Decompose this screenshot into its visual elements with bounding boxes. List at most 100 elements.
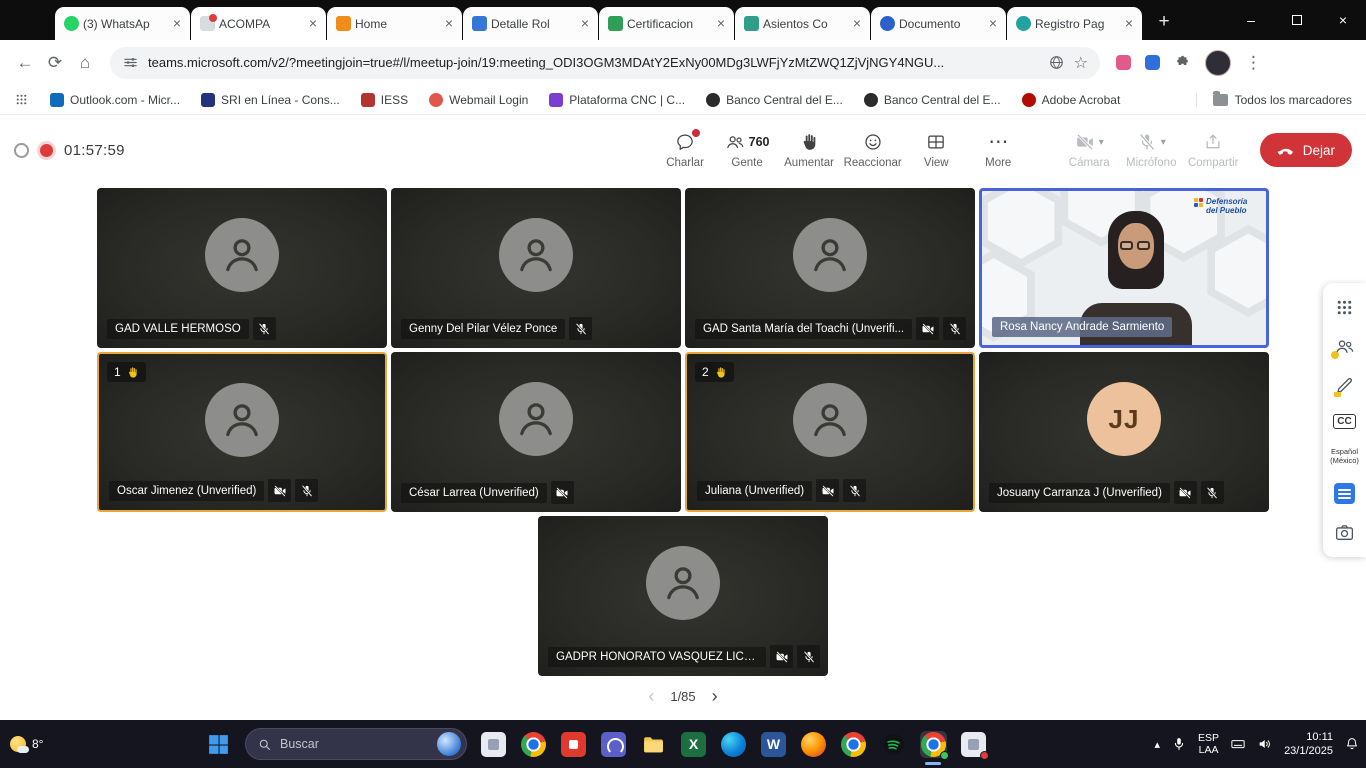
input-language-indicator[interactable]: ESP LAA [1198, 732, 1219, 756]
tab-detalle-rol[interactable]: Detalle Rol × [463, 7, 598, 40]
participant-tile[interactable]: GAD VALLE HERMOSO [97, 188, 387, 348]
extensions-puzzle-icon[interactable] [1174, 54, 1191, 71]
bookmark-item[interactable]: Adobe Acrobat [1022, 93, 1121, 107]
chrome-active-icon[interactable] [920, 731, 947, 758]
tab-close-icon[interactable]: × [577, 16, 593, 32]
tab-acompa-active[interactable]: ACOMPA × [191, 7, 326, 40]
react-button[interactable]: Reaccionar [844, 131, 902, 169]
chrome-icon[interactable] [520, 731, 547, 758]
window-minimize-button[interactable]: – [1228, 0, 1274, 40]
chevron-down-icon[interactable]: ▾ [1099, 137, 1104, 148]
previous-page-icon[interactable]: ‹ [648, 686, 654, 707]
notes-doc-icon[interactable] [1334, 483, 1355, 504]
firefox-icon[interactable] [800, 731, 827, 758]
chrome-icon-2[interactable] [840, 731, 867, 758]
window-close-button[interactable]: × [1320, 0, 1366, 40]
site-info-icon[interactable] [122, 54, 139, 71]
bookmark-item[interactable]: Banco Central del E... [864, 93, 1001, 107]
more-button[interactable]: ⋯ More [971, 131, 1026, 169]
browser-menu-icon[interactable]: ⋮ [1245, 53, 1262, 73]
weather-widget[interactable]: 8° [10, 720, 43, 768]
tab-close-icon[interactable]: × [985, 16, 1001, 32]
tab-close-icon[interactable]: × [849, 16, 865, 32]
participant-name: Josuany Carranza J (Unverified) [989, 483, 1170, 503]
home-button[interactable]: ⌂ [70, 48, 100, 78]
people-button[interactable]: 760 Gente [720, 131, 775, 169]
url-field[interactable]: teams.microsoft.com/v2/?meetingjoin=true… [110, 47, 1100, 79]
participant-tile[interactable]: Genny Del Pilar Vélez Ponce [391, 188, 681, 348]
mic-button-disabled[interactable]: ▾ Micrófono [1124, 131, 1179, 169]
edge-icon[interactable] [720, 731, 747, 758]
tab-whatsapp[interactable]: (3) WhatsAp × [55, 7, 190, 40]
all-bookmarks-button[interactable]: Todos los marcadores [1196, 93, 1352, 107]
start-button[interactable] [205, 731, 232, 758]
bookmark-item[interactable]: IESS [361, 93, 408, 107]
bookmark-star-icon[interactable]: ☆ [1074, 53, 1088, 73]
participant-tile[interactable]: César Larrea (Unverified) [391, 352, 681, 512]
leave-button[interactable]: Dejar [1260, 133, 1352, 167]
chevron-down-icon[interactable]: ▾ [1161, 137, 1166, 148]
file-explorer-icon[interactable] [640, 731, 667, 758]
recording-indicator-icon [40, 144, 53, 157]
bookmark-item[interactable]: Outlook.com - Micr... [50, 93, 180, 107]
hidden-icons-chevron[interactable]: ▴ [1155, 738, 1161, 751]
screenshot-camera-icon[interactable] [1334, 522, 1355, 543]
apps-grid-icon[interactable] [14, 92, 29, 107]
meeting-info-icon[interactable] [14, 143, 29, 158]
search-highlight-image[interactable] [437, 732, 461, 756]
tab-home[interactable]: Home × [327, 7, 462, 40]
tab-asientos[interactable]: Asientos Co × [735, 7, 870, 40]
bookmark-item[interactable]: SRI en Línea - Cons... [201, 93, 340, 107]
refresh-button[interactable]: ⟳ [40, 48, 70, 78]
people-tool-icon[interactable] [1334, 336, 1355, 357]
tab-close-icon[interactable]: × [305, 16, 321, 32]
window-maximize-button[interactable] [1274, 0, 1320, 40]
url-text[interactable]: teams.microsoft.com/v2/?meetingjoin=true… [148, 55, 1039, 70]
word-icon[interactable]: W [760, 731, 787, 758]
share-button-disabled[interactable]: Compartir [1186, 131, 1241, 169]
new-tab-button[interactable]: + [1150, 8, 1178, 36]
back-button[interactable]: ← [10, 48, 40, 78]
next-page-icon[interactable]: › [712, 686, 718, 707]
speaker-icon[interactable] [1257, 736, 1273, 752]
tab-certificacion[interactable]: Certificacion × [599, 7, 734, 40]
spotify-icon[interactable] [880, 731, 907, 758]
camera-button-disabled[interactable]: ▾ Cámara [1062, 131, 1117, 169]
tab-registro[interactable]: Registro Pag × [1007, 7, 1142, 40]
touch-keyboard-icon[interactable] [1230, 736, 1246, 752]
red-app-icon[interactable] [560, 731, 587, 758]
grid-dots-icon[interactable] [1334, 297, 1355, 318]
extension-icon-1[interactable] [1116, 55, 1131, 70]
app-icon-generic[interactable] [480, 731, 507, 758]
bookmark-item[interactable]: Webmail Login [429, 93, 528, 107]
participant-tile[interactable]: GAD Santa María del Toachi (Unverifi... [685, 188, 975, 348]
app-notification-icon[interactable] [960, 731, 987, 758]
bookmark-item[interactable]: Plataforma CNC | C... [549, 93, 685, 107]
taskbar-search[interactable]: Buscar [245, 728, 467, 760]
notifications-bell-icon[interactable] [1344, 736, 1360, 752]
participant-tile-active-speaker[interactable]: Defensoría del Pueblo Rosa Nancy Andrade… [979, 188, 1269, 348]
profile-avatar[interactable] [1205, 50, 1231, 76]
tab-close-icon[interactable]: × [169, 16, 185, 32]
translate-icon[interactable] [1048, 54, 1065, 71]
tab-close-icon[interactable]: × [713, 16, 729, 32]
chat-button[interactable]: Charlar [658, 131, 713, 169]
pen-tool-icon[interactable] [1334, 375, 1355, 396]
taskbar-clock[interactable]: 10:11 23/1/2025 [1284, 730, 1333, 758]
logo-mark [1194, 198, 1203, 207]
bookmark-item[interactable]: Banco Central del E... [706, 93, 843, 107]
tab-documento[interactable]: Documento × [871, 7, 1006, 40]
closed-captions-icon[interactable]: CC [1333, 414, 1355, 429]
participant-tile[interactable]: GADPR HONORATO VASQUEZ LIC. VI... [538, 516, 828, 676]
teams-icon[interactable] [600, 731, 627, 758]
participant-tile-hand-raised[interactable]: 1 Oscar Jimenez (Unverified) [97, 352, 387, 512]
tab-close-icon[interactable]: × [1121, 16, 1137, 32]
tab-close-icon[interactable]: × [441, 16, 457, 32]
excel-icon[interactable]: X [680, 731, 707, 758]
participant-tile-hand-raised[interactable]: 2 Juliana (Unverified) [685, 352, 975, 512]
raise-hand-button[interactable]: Aumentar [782, 131, 837, 169]
extension-icon-2[interactable] [1145, 55, 1160, 70]
view-button[interactable]: View [909, 131, 964, 169]
participant-tile[interactable]: JJ Josuany Carranza J (Unverified) [979, 352, 1269, 512]
tray-mic-icon[interactable] [1171, 736, 1187, 752]
